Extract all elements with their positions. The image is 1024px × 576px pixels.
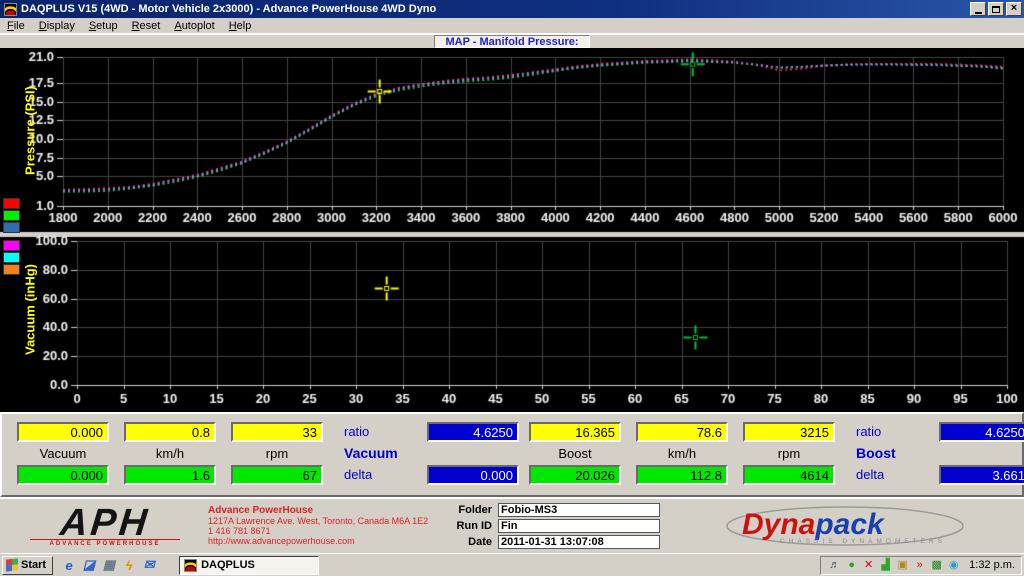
channel-color-swatch <box>3 252 20 263</box>
boost-cursor2-value: 20.026 <box>529 465 621 485</box>
calculator-icon[interactable]: ▦ <box>101 557 117 573</box>
boost-rpm-cursor2-value: 4614 <box>743 465 835 485</box>
menu-file[interactable]: File <box>0 19 32 33</box>
channel-color-swatch <box>3 198 20 209</box>
taskbar: Start e◪▦ϟ✉ DAQPLUS ♬●✕▟▣»▩◉ 1:32 p.m. <box>0 553 1024 576</box>
menu-help[interactable]: Help <box>222 19 259 33</box>
aph-logo-text: APH <box>28 505 182 541</box>
address-line: 1 416 781 8671 <box>208 526 438 536</box>
speed-cursor2-value: 1.6 <box>124 465 216 485</box>
run-info-fields: Folder Fobio-MS3 Run ID Fin Date 2011-01… <box>444 503 660 549</box>
vacuum-cursor2-value: 0.000 <box>17 465 109 485</box>
restore-button[interactable] <box>988 2 1004 16</box>
kmh-column-label: km/h <box>124 445 216 462</box>
chart-header-box: MAP - Manifold Pressure: <box>434 35 589 48</box>
quick-launch-bar: e◪▦ϟ✉ <box>61 557 157 573</box>
vacuum-column-label: Vacuum <box>17 445 109 462</box>
dyno-charts-canvas[interactable] <box>0 48 1024 412</box>
rpm-cursor-value: 33 <box>231 422 323 442</box>
menu-reset[interactable]: Reset <box>125 19 168 33</box>
volume-icon[interactable]: ♬ <box>827 558 842 573</box>
rpm-cursor2-value: 67 <box>231 465 323 485</box>
minimize-button[interactable] <box>970 2 986 16</box>
address-line: Advance PowerHouse <box>208 506 438 516</box>
ratio-label: ratio <box>338 422 412 442</box>
app-window: DAQPLUS V15 (4WD - Motor Vehicle 2x3000)… <box>0 0 1024 576</box>
run-id-label: Run ID <box>444 520 492 532</box>
svg-text:CHASSIS DYNAMOMETERS: CHASSIS DYNAMOMETERS <box>780 538 946 545</box>
mail-icon[interactable]: ✉ <box>141 557 157 573</box>
ratio-value: 4.6250 <box>427 422 519 442</box>
taskbar-clock[interactable]: 1:32 p.m. <box>969 559 1015 571</box>
daqplus-task-label: DAQPLUS <box>201 559 255 571</box>
menu-bar: FileDisplaySetupResetAutoplotHelp <box>0 18 1024 34</box>
boost-rpm-column-label: rpm <box>743 445 835 462</box>
boost-speed-cursor2-value: 112.8 <box>636 465 728 485</box>
grid-icon[interactable]: ▩ <box>929 558 944 573</box>
date-label: Date <box>444 536 492 548</box>
menu-display[interactable]: Display <box>32 19 82 33</box>
boost-delta-value: 3.661 <box>939 465 1024 485</box>
title-bar: DAQPLUS V15 (4WD - Motor Vehicle 2x3000)… <box>0 0 1024 18</box>
speed-cursor-value: 0.8 <box>124 422 216 442</box>
close-button[interactable]: × <box>1006 2 1022 16</box>
daqplus-app-icon <box>184 559 197 572</box>
boost-readout-group: 16.365 78.6 3215 ratio 4.6250 Boost km/h… <box>514 414 1024 495</box>
delta-value: 0.000 <box>427 465 519 485</box>
app-icon <box>4 3 17 16</box>
menu-autoplot[interactable]: Autoplot <box>167 19 221 33</box>
boost-rpm-cursor-value: 3215 <box>743 422 835 442</box>
start-label: Start <box>21 559 46 571</box>
vacuum-readout-group: 0.000 0.8 33 ratio 4.6250 Vacuum km/h rp… <box>2 414 514 495</box>
channel-color-swatch <box>3 240 20 251</box>
network-error-icon[interactable]: ✕ <box>861 558 876 573</box>
delta-label: delta <box>338 465 412 485</box>
boost-ratio-value: 4.6250 <box>939 422 1024 442</box>
skype-icon[interactable]: ◉ <box>946 558 961 573</box>
boost-cursor-value: 16.365 <box>529 422 621 442</box>
readout-panel: 0.000 0.8 33 ratio 4.6250 Vacuum km/h rp… <box>0 412 1024 497</box>
folder-field[interactable]: Fobio-MS3 <box>498 503 660 517</box>
channel-color-swatch <box>3 222 20 233</box>
system-tray: ♬●✕▟▣»▩◉ 1:32 p.m. <box>820 556 1022 575</box>
start-button[interactable]: Start <box>2 556 53 575</box>
dynapack-logo: Dynapack CHASSIS DYNAMOMETERS <box>720 503 970 549</box>
channel-color-swatch <box>3 264 20 275</box>
address-line: 1217A Lawrence Ave. West, Toronto, Canad… <box>208 516 438 526</box>
group-label-vacuum: Vacuum <box>338 445 519 462</box>
boost-delta-label: delta <box>850 465 924 485</box>
media-player-icon[interactable]: ϟ <box>121 557 137 573</box>
channel-color-swatch <box>3 210 20 221</box>
group-label-boost: Boost <box>850 445 1024 462</box>
aph-logo: APH ADVANCE POWERHOUSE <box>30 505 180 547</box>
window-title: DAQPLUS V15 (4WD - Motor Vehicle 2x3000)… <box>21 3 970 15</box>
folder-label: Folder <box>444 504 492 516</box>
info-bar: APH ADVANCE POWERHOUSE Advance PowerHous… <box>0 497 1024 553</box>
chart-header-strip: MAP - Manifold Pressure: <box>0 34 1024 48</box>
vacuum-cursor-value: 0.000 <box>17 422 109 442</box>
package-icon[interactable]: ▣ <box>895 558 910 573</box>
boost-speed-cursor-value: 78.6 <box>636 422 728 442</box>
svg-text:Dynapack: Dynapack <box>742 508 885 541</box>
boost-column-label: Boost <box>529 445 621 462</box>
boost-ratio-label: ratio <box>850 422 924 442</box>
signal-icon[interactable]: ▟ <box>878 558 893 573</box>
address-link[interactable]: http://www.advancepowerhouse.com <box>208 536 438 546</box>
messenger-icon[interactable]: ● <box>844 558 859 573</box>
fast-arrows-icon[interactable]: » <box>912 558 927 573</box>
rpm-column-label: rpm <box>231 445 323 462</box>
boost-kmh-column-label: km/h <box>636 445 728 462</box>
shop-address: Advance PowerHouse 1217A Lawrence Ave. W… <box>208 506 438 546</box>
menu-setup[interactable]: Setup <box>82 19 125 33</box>
date-field[interactable]: 2011-01-31 13:07:08 <box>498 535 660 549</box>
chart-region: Pressure (PSI) Vacuum (inHg) <box>0 48 1024 412</box>
ie-icon[interactable]: e <box>61 557 77 573</box>
chart-header-label: MAP - Manifold Pressure: <box>445 36 578 48</box>
run-id-field[interactable]: Fin <box>498 519 660 533</box>
windows-flag-icon <box>6 558 18 571</box>
daqplus-task-button[interactable]: DAQPLUS <box>179 556 319 575</box>
desktop-icon[interactable]: ◪ <box>81 557 97 573</box>
